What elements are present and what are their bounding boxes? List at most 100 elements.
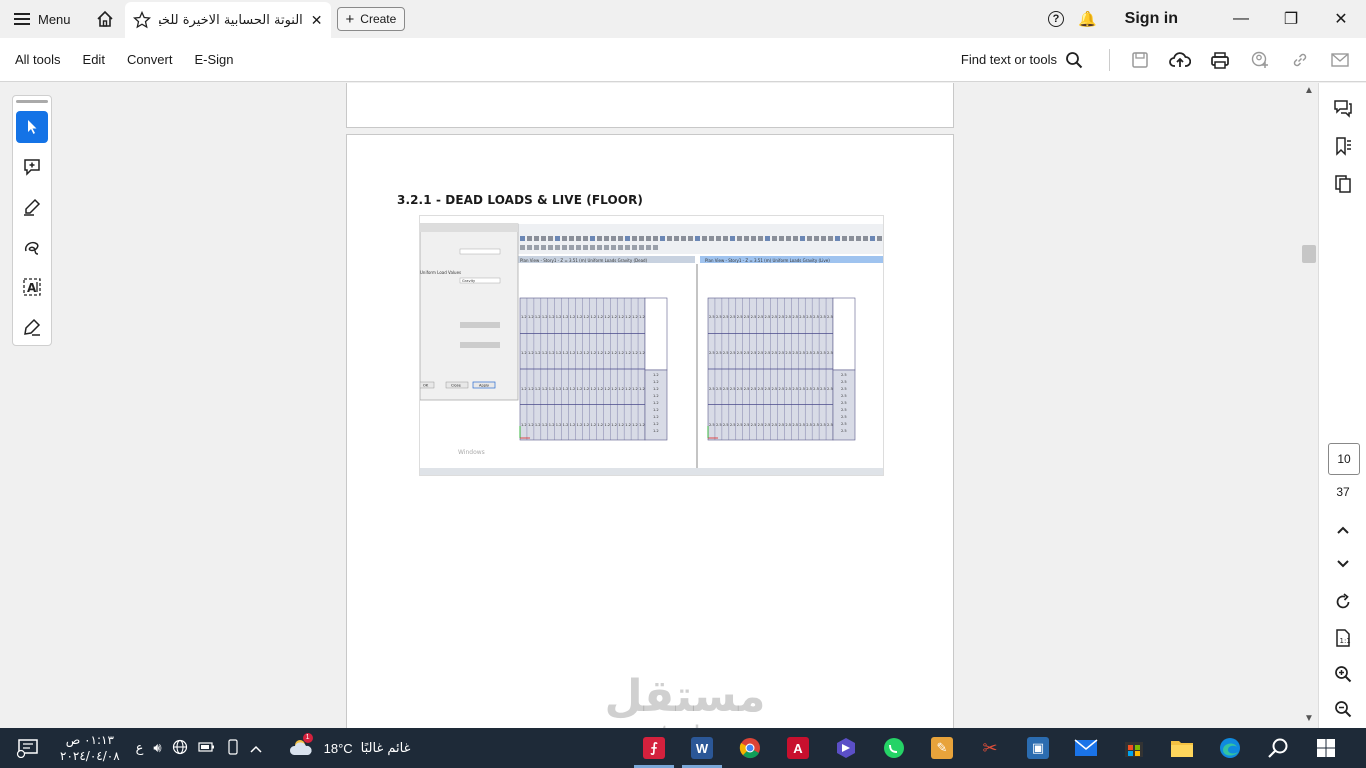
edge-taskbar-icon[interactable] [1206, 728, 1254, 768]
comment-plus-icon [24, 159, 40, 176]
menu-button[interactable]: Menu [0, 0, 85, 38]
fit-page-button[interactable]: 1:1 [1319, 623, 1366, 653]
autocad-taskbar-icon[interactable]: A [774, 728, 822, 768]
home-button[interactable] [85, 0, 125, 38]
svg-text:1.2: 1.2 [632, 423, 638, 427]
print-icon[interactable] [1200, 38, 1240, 82]
svg-text:2.5: 2.5 [813, 351, 819, 355]
search-taskbar-icon[interactable] [1254, 728, 1302, 768]
link-icon[interactable] [1280, 38, 1320, 82]
svg-text:2.5: 2.5 [827, 387, 833, 391]
zoom-in-button[interactable] [1319, 659, 1366, 689]
all-tools-menu[interactable]: All tools [15, 52, 61, 67]
acrobat-taskbar-icon[interactable]: ⨍ [630, 728, 678, 768]
previous-page-button[interactable] [1319, 515, 1366, 545]
pages-icon[interactable] [1319, 165, 1366, 203]
svg-text:2.5: 2.5 [778, 387, 784, 391]
svg-text:1.2: 1.2 [542, 423, 548, 427]
comments-icon[interactable] [1319, 89, 1366, 127]
convert-menu[interactable]: Convert [127, 52, 173, 67]
svg-text:1.2: 1.2 [639, 351, 645, 355]
sign-tool[interactable] [16, 311, 48, 343]
scroll-thumb[interactable] [1302, 245, 1316, 263]
close-tab-icon[interactable]: ✕ [311, 12, 323, 29]
mail-taskbar-icon[interactable] [1062, 728, 1110, 768]
volume-icon[interactable]: 🔊︎ [153, 740, 161, 756]
quick-tools-panel: A [12, 95, 52, 346]
current-page-input[interactable]: 10 [1328, 443, 1360, 475]
rotate-button[interactable] [1319, 587, 1366, 617]
start-button[interactable] [1302, 728, 1350, 768]
store-taskbar-icon[interactable] [1110, 728, 1158, 768]
svg-text:2.5: 2.5 [772, 423, 778, 427]
taskbar-apps: ⨍ W A ✎ ✂ ▣ [630, 728, 1350, 768]
svg-text:2.5: 2.5 [758, 423, 764, 427]
share-user-icon[interactable] [1240, 38, 1280, 82]
svg-text:1.2: 1.2 [521, 351, 527, 355]
svg-text:2.5: 2.5 [820, 387, 826, 391]
paint-taskbar-icon[interactable]: ✎ [918, 728, 966, 768]
notification-bell-icon[interactable]: 🔔 [1078, 10, 1097, 28]
svg-text:2.5: 2.5 [737, 351, 743, 355]
svg-text:2.5: 2.5 [723, 423, 729, 427]
esign-menu[interactable]: E-Sign [194, 52, 233, 67]
zoom-out-button[interactable] [1319, 694, 1366, 724]
document-tab[interactable]: النوتة الحسابية الاخيرة للخيمة... ✕ [124, 2, 331, 38]
zoom-out-icon [1335, 701, 1352, 718]
text-recognition-tool[interactable]: A [16, 271, 48, 303]
snipping-taskbar-icon[interactable]: ✂ [966, 728, 1014, 768]
word-taskbar-icon[interactable]: W [678, 728, 726, 768]
svg-text:1.2: 1.2 [584, 423, 590, 427]
sign-in-button[interactable]: Sign in [1125, 10, 1178, 28]
svg-text:1.2: 1.2 [535, 315, 541, 319]
scroll-up-icon[interactable]: ▲ [1304, 85, 1314, 96]
panel-grip[interactable] [16, 100, 48, 103]
add-comment-tool[interactable] [16, 151, 48, 183]
tray-chevron-up-icon[interactable] [250, 741, 262, 756]
file-explorer-taskbar-icon[interactable] [1158, 728, 1206, 768]
svg-text:2.5: 2.5 [827, 315, 833, 319]
help-icon[interactable]: ? [1047, 11, 1064, 27]
dead-load-plan: 1.2 1.2 1.2 1.2 1.2 1.2 1.2 1.2 1.2 1.2 1.2 1.2 1.2 1… [519, 297, 668, 441]
email-icon[interactable] [1320, 38, 1360, 82]
document-viewer[interactable]: 3.2.1 - DEAD LOADS & LIVE (FLOOR) Plan V… [64, 83, 1300, 728]
network-globe-icon[interactable] [172, 739, 188, 758]
close-window-icon[interactable]: ✕ [1316, 0, 1366, 38]
presentation-taskbar-icon[interactable]: ▣ [1014, 728, 1062, 768]
notification-center-icon[interactable] [16, 738, 40, 763]
svg-text:1.2: 1.2 [604, 423, 610, 427]
minimize-icon[interactable]: — [1216, 0, 1266, 38]
windows-taskbar: ٠١:١٣ ص ٢٠٢٤/٠٤/٠٨ ع 🔊︎ 1 18°C غائم غالب… [0, 728, 1366, 768]
toolbar-divider [1109, 48, 1110, 71]
chrome-taskbar-icon[interactable] [726, 728, 774, 768]
find-text-tools[interactable]: Find text or tools [961, 51, 1083, 69]
next-page-button[interactable] [1319, 549, 1366, 579]
highlight-tool[interactable] [16, 191, 48, 223]
svg-text:1.2: 1.2 [653, 429, 659, 433]
select-tool[interactable] [16, 111, 48, 143]
bookmarks-icon[interactable] [1319, 127, 1366, 165]
restore-icon[interactable]: ❐ [1266, 0, 1316, 38]
edit-menu[interactable]: Edit [83, 52, 105, 67]
find-label: Find text or tools [960, 52, 1057, 67]
vertical-scrollbar[interactable]: ▲ ▼ [1300, 83, 1318, 728]
upload-cloud-icon[interactable] [1160, 38, 1200, 82]
chevron-up-icon [1337, 526, 1349, 534]
whatsapp-taskbar-icon[interactable] [870, 728, 918, 768]
svg-text:2.5: 2.5 [841, 394, 847, 398]
battery-icon[interactable] [198, 741, 216, 756]
app-hex-taskbar-icon[interactable] [822, 728, 870, 768]
weather-widget[interactable]: 1 18°C غائم غالبًا [288, 732, 410, 760]
star-icon[interactable] [132, 11, 151, 29]
svg-text:2.5: 2.5 [841, 373, 847, 377]
svg-text:1.2: 1.2 [549, 315, 555, 319]
save-icon[interactable] [1120, 38, 1160, 82]
svg-text:2.5: 2.5 [730, 351, 736, 355]
language-indicator[interactable]: ع [136, 741, 144, 756]
hamburger-icon [14, 13, 30, 25]
create-button[interactable]: + Create [336, 7, 406, 31]
scroll-down-icon[interactable]: ▼ [1304, 713, 1314, 724]
draw-tool[interactable] [16, 231, 48, 263]
device-icon[interactable] [226, 738, 240, 758]
clock[interactable]: ٠١:١٣ ص ٢٠٢٤/٠٤/٠٨ [60, 732, 120, 764]
